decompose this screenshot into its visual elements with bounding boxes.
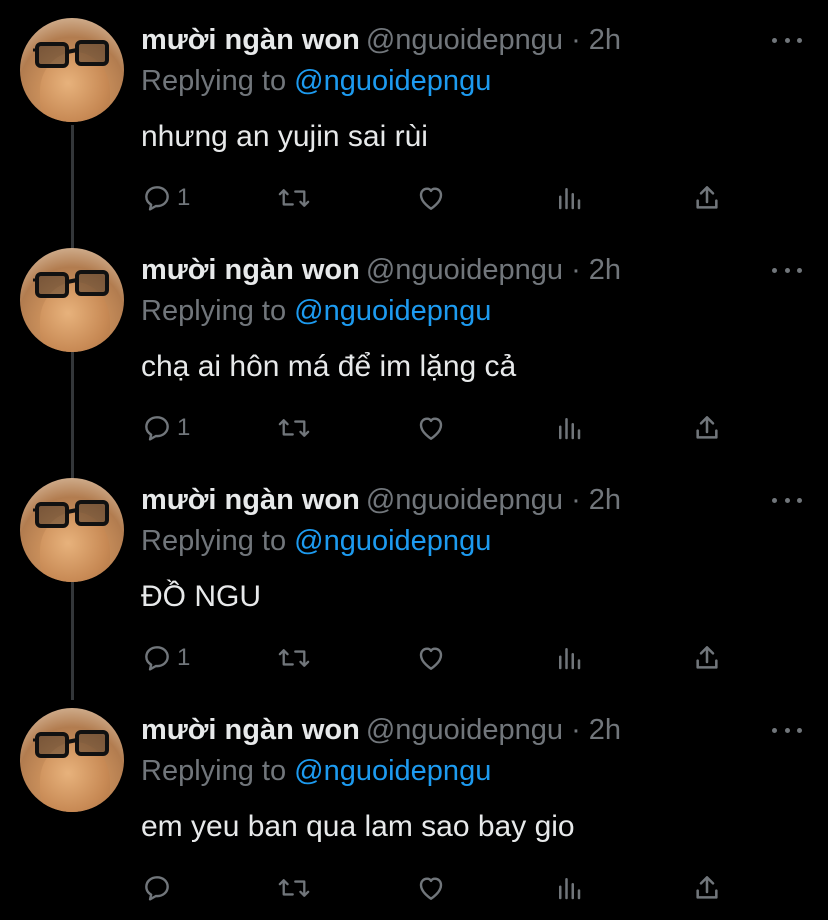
replying-to-prefix: Replying to — [141, 295, 287, 327]
handle-and-time[interactable]: @nguoidepngu · 2h — [366, 484, 621, 516]
tweet-text: ĐỒ NGU — [141, 580, 261, 613]
tweet[interactable]: mười ngàn won @nguoidepngu · 2h Replying … — [0, 0, 828, 230]
retweet-icon — [278, 649, 310, 667]
reply-button[interactable]: 1 — [141, 636, 190, 680]
tweet[interactable]: mười ngàn won @nguoidepngu · 2h Replying … — [0, 690, 828, 920]
replying-to-prefix: Replying to — [141, 525, 287, 557]
retweet-icon — [278, 879, 310, 897]
share-icon — [696, 186, 718, 209]
tweet-text: chạ ai hôn má để im lặng cả — [141, 350, 517, 383]
reply-button[interactable]: 1 — [141, 406, 190, 450]
tweet-text: nhưng an yujin sai rùi — [141, 120, 428, 153]
like-button[interactable] — [414, 176, 448, 220]
views-icon — [559, 418, 581, 440]
tweet-actions — [0, 866, 828, 910]
tweet-header: mười ngàn won @nguoidepngu · 2h — [141, 482, 621, 518]
glasses-icon — [33, 500, 109, 528]
reply-button[interactable]: 1 — [141, 176, 190, 220]
tweet[interactable]: mười ngàn won @nguoidepngu · 2h Replying … — [0, 460, 828, 690]
share-icon — [696, 876, 718, 899]
like-button[interactable] — [414, 866, 448, 910]
more-icon[interactable] — [772, 721, 802, 739]
retweet-button[interactable] — [276, 176, 312, 220]
replying-to-prefix: Replying to — [141, 755, 287, 787]
reply-icon — [145, 416, 169, 441]
handle-and-time[interactable]: @nguoidepngu · 2h — [366, 714, 621, 746]
tweet-text: em yeu ban qua lam sao bay gio — [141, 810, 575, 843]
reply-button[interactable] — [141, 866, 177, 910]
retweet-button[interactable] — [276, 406, 312, 450]
reply-icon — [145, 646, 169, 671]
like-icon — [419, 187, 443, 210]
reply-icon — [145, 876, 169, 901]
views-icon — [559, 878, 581, 900]
replying-to-prefix: Replying to — [141, 65, 287, 97]
replying-to-mention[interactable]: @nguoidepngu — [294, 295, 491, 327]
share-icon — [696, 416, 718, 439]
more-icon[interactable] — [772, 31, 802, 49]
handle-and-time[interactable]: @nguoidepngu · 2h — [366, 24, 621, 56]
tweet[interactable]: mười ngàn won @nguoidepngu · 2h Replying … — [0, 230, 828, 460]
share-button[interactable] — [690, 406, 724, 450]
like-icon — [419, 647, 443, 670]
more-icon[interactable] — [772, 261, 802, 279]
replying-to: Replying to @nguoidepngu — [141, 523, 491, 559]
reply-icon — [145, 186, 169, 211]
more-icon[interactable] — [772, 491, 802, 509]
retweet-button[interactable] — [276, 866, 312, 910]
replying-to-mention[interactable]: @nguoidepngu — [294, 65, 491, 97]
replying-to-mention[interactable]: @nguoidepngu — [294, 755, 491, 787]
like-icon — [419, 417, 443, 440]
glasses-icon — [33, 730, 109, 758]
tweet-actions: 1 — [0, 636, 828, 680]
tweet-actions: 1 — [0, 176, 828, 220]
like-icon — [419, 877, 443, 900]
replying-to: Replying to @nguoidepngu — [141, 63, 491, 99]
display-name[interactable]: mười ngàn won — [141, 484, 360, 516]
retweet-icon — [278, 189, 310, 207]
share-button[interactable] — [690, 866, 724, 910]
share-button[interactable] — [690, 176, 724, 220]
retweet-icon — [278, 419, 310, 437]
like-button[interactable] — [414, 636, 448, 680]
like-button[interactable] — [414, 406, 448, 450]
reply-count: 1 — [177, 414, 191, 441]
display-name[interactable]: mười ngàn won — [141, 24, 360, 56]
replying-to: Replying to @nguoidepngu — [141, 293, 491, 329]
views-button[interactable] — [554, 406, 584, 450]
views-icon — [559, 188, 581, 210]
reply-count: 1 — [177, 644, 191, 671]
tweet-header: mười ngàn won @nguoidepngu · 2h — [141, 252, 621, 288]
views-button[interactable] — [554, 176, 584, 220]
tweet-actions: 1 — [0, 406, 828, 450]
avatar[interactable] — [20, 708, 124, 812]
views-icon — [559, 648, 581, 670]
avatar[interactable] — [20, 18, 124, 122]
tweet-header: mười ngàn won @nguoidepngu · 2h — [141, 712, 621, 748]
glasses-icon — [33, 40, 109, 68]
display-name[interactable]: mười ngàn won — [141, 714, 360, 746]
avatar[interactable] — [20, 248, 124, 352]
share-icon — [696, 646, 718, 669]
replying-to-mention[interactable]: @nguoidepngu — [294, 525, 491, 557]
avatar[interactable] — [20, 478, 124, 582]
views-button[interactable] — [554, 866, 584, 910]
views-button[interactable] — [554, 636, 584, 680]
tweet-header: mười ngàn won @nguoidepngu · 2h — [141, 22, 621, 58]
glasses-icon — [33, 270, 109, 298]
share-button[interactable] — [690, 636, 724, 680]
replying-to: Replying to @nguoidepngu — [141, 753, 491, 789]
reply-count: 1 — [177, 184, 191, 211]
handle-and-time[interactable]: @nguoidepngu · 2h — [366, 254, 621, 286]
display-name[interactable]: mười ngàn won — [141, 254, 360, 286]
retweet-button[interactable] — [276, 636, 312, 680]
